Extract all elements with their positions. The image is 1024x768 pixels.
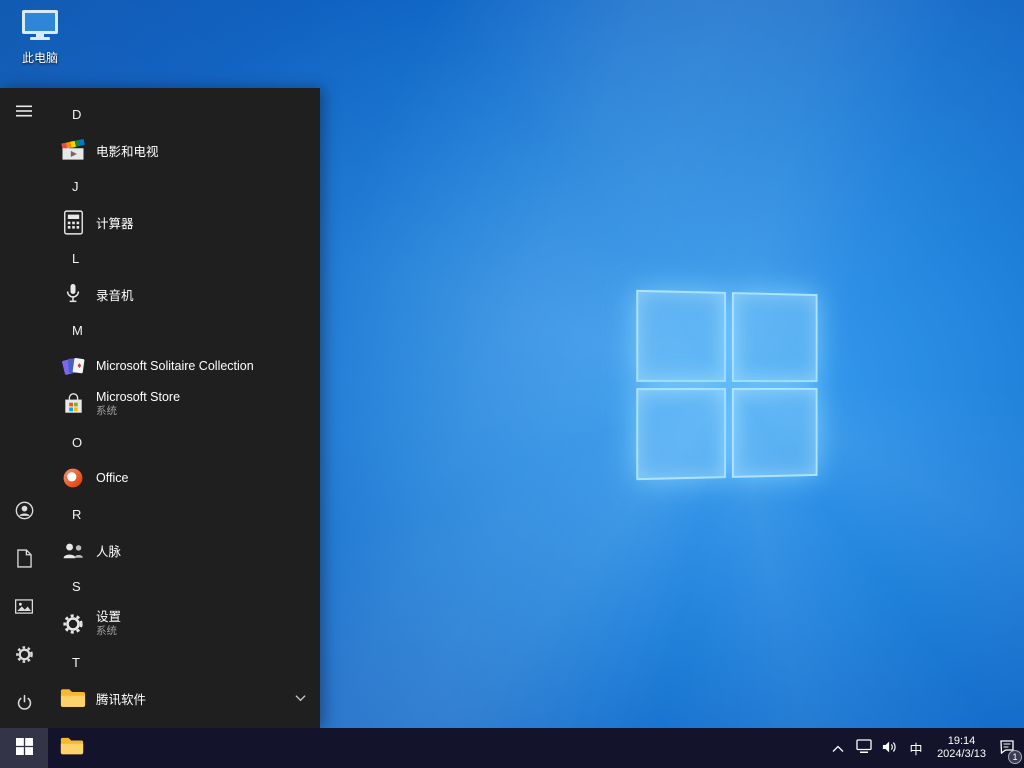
app-sublabel: 系统 xyxy=(96,405,117,418)
system-tray: 中 19:14 2024/3/13 1 xyxy=(825,728,1024,768)
power-button[interactable] xyxy=(0,680,48,728)
folder-icon xyxy=(58,683,88,713)
section-letter: R xyxy=(72,506,82,522)
app-label: 人脉 xyxy=(96,544,122,559)
tray-expand-button[interactable] xyxy=(825,728,851,768)
section-header-r[interactable]: R xyxy=(48,496,320,532)
action-center-button[interactable]: 1 xyxy=(994,728,1022,768)
hamburger-icon xyxy=(16,103,32,122)
app-label: Microsoft Solitaire Collection xyxy=(96,359,254,373)
app-list: D 电影和电视 J 计算器 L 录音机 M Microsoft Solitair… xyxy=(48,88,320,728)
section-letter: O xyxy=(72,434,83,450)
section-header-m[interactable]: M xyxy=(48,312,320,348)
calculator-icon xyxy=(58,207,88,237)
picture-icon xyxy=(14,599,34,617)
desktop-icon-label: 此电脑 xyxy=(21,51,58,65)
notification-badge: 1 xyxy=(1008,750,1022,764)
tray-time: 19:14 xyxy=(947,735,976,747)
settings-button[interactable] xyxy=(0,632,48,680)
network-button[interactable] xyxy=(851,728,877,768)
documents-button[interactable] xyxy=(0,536,48,584)
pictures-button[interactable] xyxy=(0,584,48,632)
app-label: Microsoft Store xyxy=(96,389,181,404)
section-header-t[interactable]: T xyxy=(48,644,320,680)
volume-icon xyxy=(882,740,898,757)
this-pc-icon xyxy=(20,8,60,47)
ime-indicator[interactable]: 中 xyxy=(903,728,929,768)
taskbar: 中 19:14 2024/3/13 1 xyxy=(0,728,1024,768)
store-icon xyxy=(58,389,88,419)
solitaire-icon xyxy=(58,351,88,381)
clock[interactable]: 19:14 2024/3/13 xyxy=(929,735,994,761)
power-icon xyxy=(16,694,33,714)
app-item-microsoft-store[interactable]: Microsoft Store 系统 xyxy=(48,384,320,424)
section-header-j[interactable]: J xyxy=(48,168,320,204)
volume-button[interactable] xyxy=(877,728,903,768)
app-label: 计算器 xyxy=(96,216,134,231)
section-letter: L xyxy=(72,250,80,266)
windows-logo xyxy=(636,289,818,481)
gear-icon xyxy=(15,645,34,667)
app-item-movies-tv[interactable]: 电影和电视 xyxy=(48,132,320,168)
app-item-calculator[interactable]: 计算器 xyxy=(48,204,320,240)
file-explorer-button[interactable] xyxy=(48,728,96,768)
app-sublabel: 系统 xyxy=(96,625,117,638)
file-explorer-icon xyxy=(60,737,84,759)
section-header-w[interactable]: W xyxy=(48,716,320,729)
app-item-people[interactable]: 人脉 xyxy=(48,532,320,568)
app-item-office[interactable]: Office xyxy=(48,460,320,496)
people-icon xyxy=(58,535,88,565)
windows-logo-pane xyxy=(731,387,818,478)
app-label: 录音机 xyxy=(96,288,134,303)
windows-start-icon xyxy=(15,738,33,758)
account-button[interactable] xyxy=(0,488,48,536)
menu-expand-button[interactable] xyxy=(0,88,48,136)
app-item-voice-recorder[interactable]: 录音机 xyxy=(48,276,320,312)
app-item-settings[interactable]: 设置 系统 xyxy=(48,604,320,644)
chevron-down-icon xyxy=(295,694,306,702)
app-item-solitaire[interactable]: Microsoft Solitaire Collection xyxy=(48,348,320,384)
microphone-icon xyxy=(58,279,88,309)
section-letter: S xyxy=(72,578,81,594)
section-header-l[interactable]: L xyxy=(48,240,320,276)
start-menu-rail-bottom xyxy=(0,488,48,728)
app-label: Office xyxy=(96,471,129,485)
network-icon xyxy=(856,739,872,757)
tray-date: 2024/3/13 xyxy=(937,748,986,760)
section-header-d[interactable]: D xyxy=(48,96,320,132)
section-letter: D xyxy=(72,106,82,122)
section-header-s[interactable]: S xyxy=(48,568,320,604)
windows-logo-pane xyxy=(731,292,818,383)
taskbar-spacer xyxy=(96,728,825,768)
chevron-up-icon xyxy=(832,741,844,756)
start-menu: D 电影和电视 J 计算器 L 录音机 M Microsoft Solitair… xyxy=(0,88,320,728)
app-label: 设置 xyxy=(96,609,122,624)
settings-gear-icon xyxy=(58,609,88,639)
desktop-icon-this-pc[interactable]: 此电脑 xyxy=(12,8,68,66)
windows-logo-pane xyxy=(636,388,727,481)
app-label: 电影和电视 xyxy=(96,144,159,159)
start-button[interactable] xyxy=(0,728,48,768)
user-icon xyxy=(15,501,34,523)
app-item-tencent-folder[interactable]: 腾讯软件 xyxy=(48,680,320,716)
document-icon xyxy=(16,549,32,571)
office-icon xyxy=(58,463,88,493)
section-letter: J xyxy=(72,178,79,194)
windows-logo-pane xyxy=(636,289,727,382)
app-label: 腾讯软件 xyxy=(96,692,147,707)
section-header-o[interactable]: O xyxy=(48,424,320,460)
start-menu-rail xyxy=(0,88,48,728)
movies-tv-icon xyxy=(58,135,88,165)
section-letter: M xyxy=(72,322,83,338)
section-letter: T xyxy=(72,654,80,670)
